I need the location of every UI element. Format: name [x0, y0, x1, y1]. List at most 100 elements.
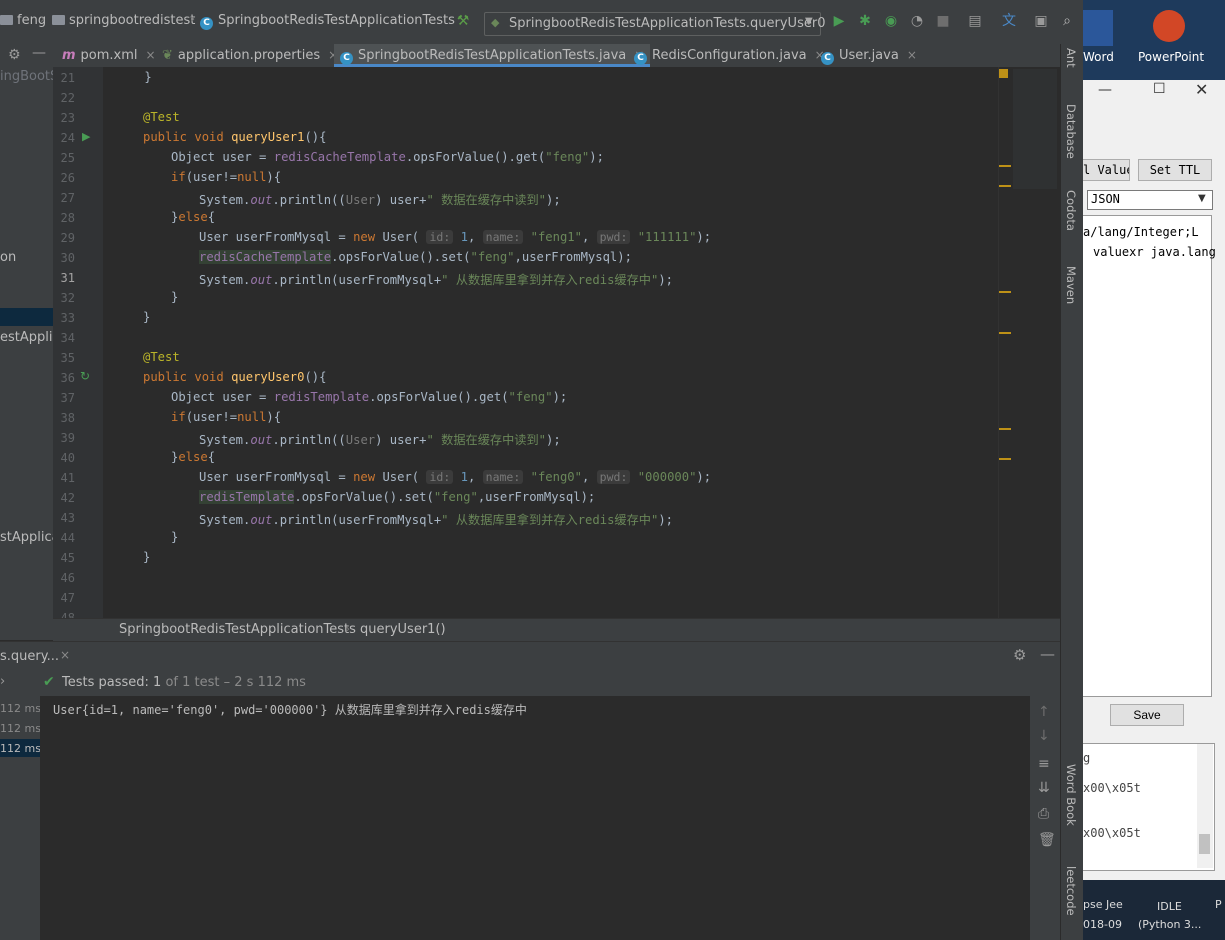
taskbar-item-label[interactable]: P — [1215, 898, 1222, 911]
editor-tab-bar: ⚙ — m pom.xml × ❦ application.properties × C… — [0, 44, 1062, 68]
minimize-icon[interactable]: — — [32, 45, 46, 61]
class-icon: C — [634, 52, 647, 65]
leetcode-tool-button[interactable]: leetcode — [1064, 866, 1078, 916]
line-number: 31 — [60, 271, 75, 285]
warning-marker[interactable] — [999, 332, 1011, 334]
tab-pom-xml[interactable]: m pom.xml × — [62, 44, 156, 67]
arrow-up-icon[interactable]: ↑ — [1038, 704, 1050, 720]
run-icon[interactable]: ▶ — [830, 12, 848, 30]
coverage-icon[interactable]: ◉ — [882, 12, 900, 30]
breadcrumb-class[interactable]: SpringbootRedisTestApplicationTests — [119, 622, 356, 637]
line-number: 24 — [60, 131, 75, 145]
debug-icon[interactable]: ✱ — [856, 12, 874, 30]
word-label[interactable]: Word — [1083, 50, 1114, 64]
taskbar-item-label[interactable]: (Python 3... — [1138, 918, 1201, 931]
value-textarea[interactable]: a/lang/Integer;L valuexr java.lang — [1083, 215, 1216, 697]
word-app-icon[interactable] — [1083, 10, 1113, 46]
warning-marker[interactable] — [999, 428, 1011, 430]
soft-wrap-icon[interactable]: ≡ — [1038, 756, 1050, 772]
warning-status-icon[interactable] — [999, 69, 1008, 78]
code-line-26: if(user!=null){ — [171, 170, 282, 184]
format-select[interactable]: JSON ▼ — [1087, 190, 1213, 210]
tree-item[interactable]: stApplicat — [0, 530, 53, 545]
tab-redis-configuration-java[interactable]: C RedisConfiguration.java × — [634, 44, 825, 67]
layout-icon[interactable]: ▣ — [1032, 12, 1050, 30]
arrow-down-icon[interactable]: ↓ — [1038, 728, 1050, 744]
tab-label: User.java — [839, 48, 899, 63]
maven-tool-button[interactable]: Maven — [1064, 266, 1078, 304]
breadcrumb-method[interactable]: queryUser1() — [360, 622, 446, 637]
set-ttl-button[interactable]: Set TTL — [1138, 159, 1212, 181]
word-book-tool-button[interactable]: Word Book — [1064, 764, 1078, 826]
test-duration[interactable]: 112 ms — [0, 742, 41, 755]
close-icon[interactable]: × — [146, 48, 156, 62]
hammer-build-icon[interactable]: ⚒ — [454, 12, 472, 30]
stop-icon[interactable]: ■ — [934, 12, 952, 30]
print-icon[interactable]: ⎙ — [1038, 806, 1049, 822]
set-value-button[interactable]: l Value — [1083, 159, 1130, 181]
tab-user-java[interactable]: C User.java × — [821, 44, 917, 67]
scrollbar[interactable] — [1197, 744, 1213, 868]
taskbar-item-label[interactable]: IDLE — [1157, 900, 1182, 913]
search-icon[interactable]: ⌕ — [1058, 12, 1076, 30]
project-structure-icon[interactable]: ▤ — [966, 12, 984, 30]
trash-icon[interactable]: 🗑 — [1038, 832, 1056, 848]
log-list[interactable]: g x00\x05t x00\x05t — [1083, 743, 1215, 871]
database-tool-button[interactable]: Database — [1064, 104, 1078, 159]
ant-tool-button[interactable]: Ant — [1064, 48, 1078, 68]
minimize-icon[interactable]: — — [1040, 645, 1055, 663]
code-minimap — [1013, 69, 1057, 189]
class-icon: C — [200, 17, 213, 30]
tree-item[interactable]: on — [0, 250, 16, 265]
window-maximize-icon[interactable]: ☐ — [1153, 81, 1166, 97]
chevron-right-icon: › — [190, 12, 196, 27]
nav-class[interactable]: C SpringbootRedisTestApplicationTests — [200, 13, 455, 30]
taskbar-item-label[interactable]: 018-09 — [1083, 918, 1122, 931]
close-icon[interactable]: × — [907, 48, 917, 62]
run-tab[interactable]: s.query... — [0, 649, 59, 664]
warning-marker[interactable] — [999, 458, 1011, 460]
line-number: 38 — [60, 411, 75, 425]
tree-item[interactable]: ingBootS — [0, 69, 53, 84]
gear-icon[interactable]: ⚙ — [8, 47, 21, 63]
window-minimize-icon[interactable]: — — [1098, 82, 1112, 98]
warning-marker[interactable] — [999, 291, 1011, 293]
code-editor[interactable]: } @Test public void queryUser1(){ Object… — [103, 67, 1060, 618]
code-line-32: } — [171, 290, 179, 304]
codota-tool-button[interactable]: Codota — [1064, 190, 1078, 231]
test-duration[interactable]: 112 ms — [0, 702, 41, 715]
close-icon[interactable]: × — [60, 648, 70, 662]
warning-marker[interactable] — [999, 185, 1011, 187]
line-number: 41 — [60, 471, 75, 485]
test-status-bar: › ✔ Tests passed: 1 of 1 test – 2 s 112 … — [0, 669, 1060, 697]
nav-module[interactable]: springbootredistest — [52, 13, 195, 28]
run-configuration-select[interactable]: ◆ SpringbootRedisTestApplicationTests.qu… — [484, 12, 825, 36]
line-number: 43 — [60, 511, 75, 525]
rerun-test-icon[interactable]: ↻ — [80, 369, 90, 383]
taskbar-item-label[interactable]: pse Jee — [1083, 898, 1123, 911]
error-stripe[interactable] — [998, 67, 1061, 618]
scrollbar-thumb[interactable] — [1199, 834, 1210, 854]
scroll-to-end-icon[interactable]: ⇊ — [1038, 780, 1050, 796]
chevron-left-icon[interactable]: › — [0, 674, 5, 689]
tab-application-properties[interactable]: ❦application.properties× — [162, 44, 338, 67]
gear-icon[interactable]: ⚙ — [1013, 646, 1026, 664]
tab-label: RedisConfiguration.java — [652, 48, 807, 63]
profile-icon[interactable]: ◔ — [908, 12, 926, 30]
save-button[interactable]: Save — [1110, 704, 1184, 726]
run-test-icon[interactable]: ▶ — [82, 130, 90, 143]
powerpoint-label[interactable]: PowerPoint — [1138, 50, 1204, 64]
test-duration[interactable]: 112 ms — [0, 722, 41, 735]
tree-item[interactable]: estApplicat — [0, 330, 53, 345]
console-line: User{id=1, name='feng0', pwd='000000'} 从… — [53, 703, 527, 717]
tab-tests-java[interactable]: C SpringbootRedisTestApplicationTests.jav… — [334, 44, 651, 67]
spring-leaf-icon: ❦ — [162, 48, 173, 63]
console-output[interactable]: User{id=1, name='feng0', pwd='000000'} 从… — [40, 696, 1030, 940]
translate-icon[interactable]: 文 — [1000, 12, 1018, 30]
powerpoint-app-icon[interactable] — [1153, 10, 1185, 42]
project-panel: ingBootS on estApplicat stApplicat — [0, 67, 53, 640]
code-line-31: System.out.println(userFromMysql+" 从数据库里… — [199, 273, 673, 287]
window-close-icon[interactable]: ✕ — [1195, 80, 1208, 99]
line-number: 28 — [60, 211, 75, 225]
warning-marker[interactable] — [999, 165, 1011, 167]
